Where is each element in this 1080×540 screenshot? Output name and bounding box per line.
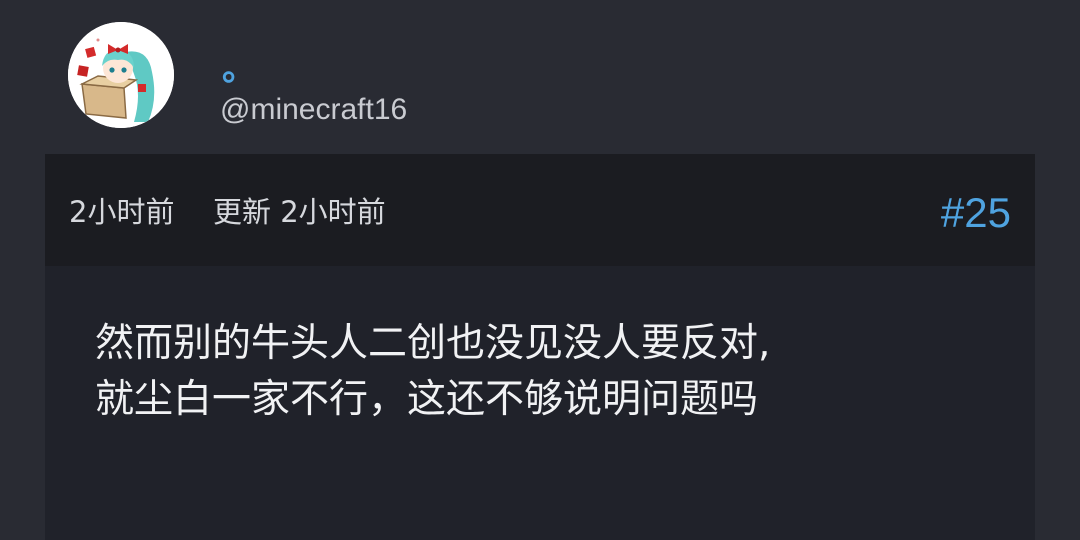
post-meta-bar: 2小时前 更新 2小时前 #25 [45, 154, 1035, 266]
post-time: 2小时前 [69, 195, 175, 229]
post-content-line: 然而别的牛头人二创也没见没人要反对, [95, 321, 771, 366]
updated-time: 更新 2小时前 [213, 195, 386, 229]
post-content: 然而别的牛头人二创也没见没人要反对, 就尘白一家不行，这还不够说明问题吗 [95, 316, 995, 428]
avatar[interactable] [68, 22, 174, 128]
anime-character-avatar-icon [68, 22, 174, 128]
display-name[interactable]: 。 [222, 52, 256, 86]
post-page: 。 @minecraft16 2小时前 更新 2小时前 #25 然而别的牛头人二… [0, 0, 1080, 540]
username[interactable]: @minecraft16 [220, 90, 407, 130]
user-header: 。 @minecraft16 [0, 0, 1080, 154]
post-content-line: 就尘白一家不行，这还不够说明问题吗 [95, 377, 759, 422]
floor-number-link[interactable]: #25 [941, 188, 1011, 238]
post-card: 2小时前 更新 2小时前 #25 然而别的牛头人二创也没见没人要反对, 就尘白一… [45, 154, 1035, 540]
